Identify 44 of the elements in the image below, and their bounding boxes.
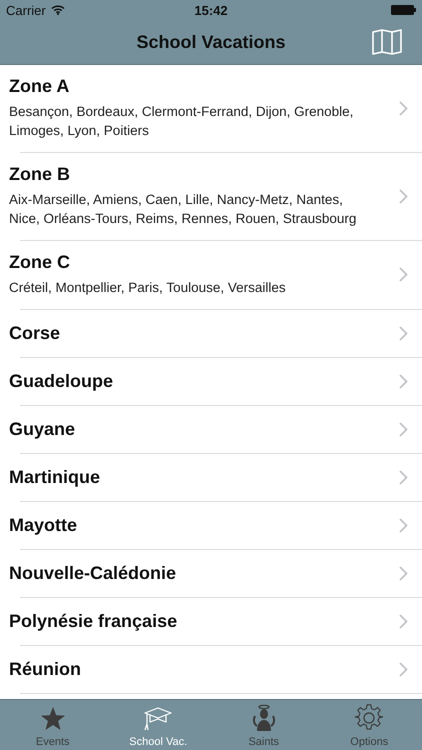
row-subtitle: Aix-Marseille, Amiens, Caen, Lille, Nancy-Metz, Nantes, Nice, Orléans-Tours, Reims, Rennes, Rouen, Strausbourg (9, 191, 358, 228)
list-row[interactable]: Guyane (0, 406, 422, 453)
row-title: Guadeloupe (9, 371, 114, 392)
row-title: Nouvelle-Calédonie (9, 563, 178, 584)
row-subtitle: Créteil, Montpellier, Paris, Toulouse, Versailles (9, 279, 287, 297)
row-title: Mayotte (9, 515, 78, 536)
row-title: Polynésie française (9, 611, 178, 632)
chevron-icon (399, 422, 408, 437)
row-title: Zone B (9, 164, 71, 185)
list-row[interactable]: Corse (0, 310, 422, 357)
row-subtitle: Besançon, Bordeaux, Clermont-Ferrand, Dijon, Grenoble, Limoges, Lyon, Poitiers (9, 103, 354, 140)
carrier-label: Carrier (6, 2, 46, 18)
clock-time: 15:42 (194, 2, 228, 18)
chevron-icon (399, 614, 408, 629)
map-icon[interactable] (372, 29, 402, 55)
list-row[interactable]: Zone C Créteil, Montpellier, Paris, Toulouse, Versailles (0, 241, 422, 309)
screen-title: School Vacations (136, 32, 286, 52)
row-title: Martinique (9, 467, 102, 488)
chevron-icon (399, 374, 408, 389)
list-row[interactable]: Polynésie française (0, 598, 422, 645)
chevron-icon (399, 470, 408, 485)
row-title: Corse (9, 323, 62, 344)
list-row[interactable]: Guadeloupe (0, 358, 422, 405)
chevron-icon (399, 518, 408, 533)
list-row[interactable]: Zone B Aix-Marseille, Amiens, Caen, Lille, Nancy-Metz, Nantes, Nice, Orléans-Tours, Reims, Rennes, Rouen, Strausbourg (0, 153, 422, 240)
star-icon (40, 706, 66, 730)
wifi-icon (50, 5, 65, 15)
list-row[interactable]: Nouvelle-Calédonie (0, 550, 422, 597)
chevron-icon (399, 662, 408, 677)
list-row[interactable]: Réunion (0, 646, 422, 693)
graduation-cap-icon (143, 706, 174, 730)
row-title: Réunion (9, 659, 82, 680)
list-row[interactable]: Zone A Besançon, Bordeaux, Clermont-Ferrand, Dijon, Grenoble, Limoges, Lyon, Poitiers (0, 65, 422, 152)
chevron-icon (399, 326, 408, 341)
battery-icon (391, 5, 416, 15)
chevron-icon (399, 188, 408, 204)
chevron-icon (399, 100, 408, 116)
chevron-icon (399, 267, 408, 282)
chevron-icon (399, 566, 408, 581)
row-title: Zone A (9, 76, 70, 97)
row-title: Guyane (9, 419, 76, 440)
list-row[interactable]: Martinique (0, 454, 422, 501)
list-row[interactable]: Mayotte (0, 502, 422, 549)
row-title: Zone C (9, 252, 71, 273)
